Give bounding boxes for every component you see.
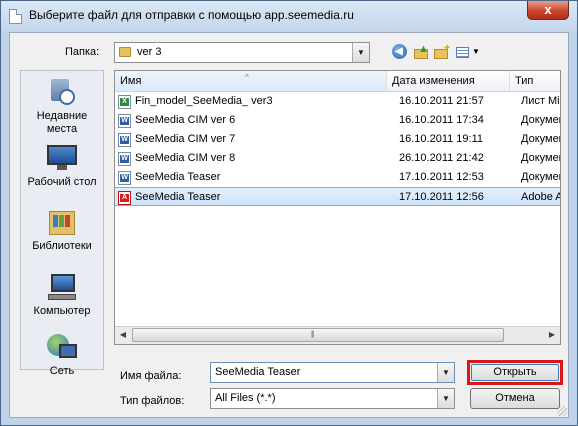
filename-label: Имя файла: xyxy=(120,370,182,382)
word-file-icon: W xyxy=(118,114,131,128)
open-button[interactable]: Открыть xyxy=(471,364,559,381)
word-file-icon: W xyxy=(118,152,131,166)
place-libraries[interactable]: Библиотеки xyxy=(21,207,103,253)
file-type: Докумен xyxy=(521,133,560,145)
file-row[interactable]: W SeeMedia CIM ver 8 26.10.2011 21:42 До… xyxy=(115,149,560,168)
file-name: SeeMedia CIM ver 8 xyxy=(135,152,236,164)
close-button[interactable]: x xyxy=(527,1,569,20)
column-header-name[interactable]: ^ Имя xyxy=(115,71,387,91)
filename-value: SeeMedia Teaser xyxy=(215,366,301,378)
dialog-body: Папка: ver 3 ▼ ◀ ▲ ✦ ▼ Недавние места Ра… xyxy=(9,32,569,418)
chevron-down-icon: ▼ xyxy=(472,47,480,56)
open-button-highlight: Открыть xyxy=(467,360,563,385)
place-computer[interactable]: Компьютер xyxy=(21,272,103,318)
file-name: Fin_model_SeeMedia_ ver3 xyxy=(135,95,273,107)
up-folder-button[interactable]: ▲ xyxy=(412,44,430,61)
arrow-glyph: ◀ xyxy=(395,46,403,57)
computer-icon xyxy=(45,272,79,302)
file-list[interactable]: ^ Имя Дата изменения Тип X Fin_model_See… xyxy=(114,70,561,345)
up-arrow-icon: ▲ xyxy=(418,43,429,55)
file-date: 17.10.2011 12:56 xyxy=(399,191,484,203)
place-label: Библиотеки xyxy=(32,240,92,252)
filename-input[interactable]: SeeMedia Teaser ▼ xyxy=(210,362,455,383)
new-folder-button[interactable]: ✦ xyxy=(433,44,451,61)
scroll-right-icon[interactable]: ▶ xyxy=(544,327,560,343)
file-date: 16.10.2011 17:34 xyxy=(399,114,484,126)
folder-value: ver 3 xyxy=(137,46,162,58)
column-header-date[interactable]: Дата изменения xyxy=(387,71,510,91)
pdf-file-icon: A xyxy=(118,191,131,205)
view-list-icon xyxy=(456,47,469,58)
place-recent[interactable]: Недавние места xyxy=(21,77,103,136)
place-desktop[interactable]: Рабочий стол xyxy=(21,143,103,189)
excel-file-icon: X xyxy=(118,95,131,109)
place-label: Сеть xyxy=(49,365,75,377)
file-name: SeeMedia Teaser xyxy=(135,171,221,183)
network-icon xyxy=(45,332,79,362)
file-row[interactable]: W SeeMedia CIM ver 6 16.10.2011 17:34 До… xyxy=(115,111,560,130)
file-type: Adobe Ac xyxy=(521,191,560,203)
chevron-down-icon[interactable]: ▼ xyxy=(352,43,369,62)
file-date: 17.10.2011 12:53 xyxy=(399,171,484,183)
file-date: 16.10.2011 19:11 xyxy=(399,133,484,145)
scroll-thumb[interactable] xyxy=(132,328,504,342)
word-file-icon: W xyxy=(118,171,131,185)
views-menu-button[interactable]: ▼ xyxy=(455,44,483,61)
places-bar: Недавние места Рабочий стол Библиотеки К… xyxy=(20,70,104,377)
file-type: Докумен xyxy=(521,152,560,164)
file-row[interactable]: W SeeMedia CIM ver 7 16.10.2011 19:11 До… xyxy=(115,130,560,149)
place-label: Рабочий стол xyxy=(27,176,97,188)
window-title: Выберите файл для отправки с помощью app… xyxy=(29,8,354,22)
filetype-select[interactable]: All Files (*.*) ▼ xyxy=(210,388,455,409)
file-type: Лист Micr xyxy=(521,95,560,107)
folder-label: Папка: xyxy=(65,46,100,58)
back-button[interactable]: ◀ xyxy=(392,44,410,61)
filetype-label: Тип файлов: xyxy=(120,395,185,407)
file-date: 26.10.2011 21:42 xyxy=(399,152,484,164)
file-name: SeeMedia Teaser xyxy=(135,191,221,203)
column-header-type[interactable]: Тип xyxy=(510,71,560,91)
scroll-left-icon[interactable]: ◀ xyxy=(115,327,131,343)
document-icon xyxy=(9,9,22,24)
file-row-selected[interactable]: A SeeMedia Teaser 17.10.2011 12:56 Adobe… xyxy=(115,187,560,206)
column-header-row: ^ Имя Дата изменения Тип xyxy=(115,71,560,92)
cancel-button[interactable]: Отмена xyxy=(470,388,560,409)
title-bar[interactable]: Выберите файл для отправки с помощью app… xyxy=(1,1,577,31)
place-label: Компьютер xyxy=(33,305,91,317)
libraries-icon xyxy=(45,207,79,237)
file-name: SeeMedia CIM ver 7 xyxy=(135,133,236,145)
filetype-value: All Files (*.*) xyxy=(215,392,276,404)
file-name: SeeMedia CIM ver 6 xyxy=(135,114,236,126)
chevron-down-icon[interactable]: ▼ xyxy=(437,363,454,382)
desktop-icon xyxy=(45,143,79,173)
sort-ascending-icon: ^ xyxy=(245,73,249,82)
recent-places-icon xyxy=(45,77,79,107)
horizontal-scrollbar[interactable]: ◀ ▶ xyxy=(115,326,560,344)
file-dialog-window: Выберите файл для отправки с помощью app… xyxy=(0,0,578,426)
file-row[interactable]: X Fin_model_SeeMedia_ ver3 16.10.2011 21… xyxy=(115,92,560,111)
chevron-down-icon[interactable]: ▼ xyxy=(437,389,454,408)
place-network[interactable]: Сеть xyxy=(21,332,103,378)
folder-select[interactable]: ver 3 ▼ xyxy=(114,42,370,63)
file-type: Докумен xyxy=(521,171,560,183)
file-row[interactable]: W SeeMedia Teaser 17.10.2011 12:53 Докум… xyxy=(115,168,560,187)
sparkle-icon: ✦ xyxy=(443,43,452,54)
word-file-icon: W xyxy=(118,133,131,147)
folder-icon xyxy=(119,47,131,57)
place-label: Недавние места xyxy=(36,110,88,135)
file-type: Докумен xyxy=(521,114,560,126)
file-date: 16.10.2011 21:57 xyxy=(399,95,484,107)
resize-grip[interactable] xyxy=(557,406,567,416)
